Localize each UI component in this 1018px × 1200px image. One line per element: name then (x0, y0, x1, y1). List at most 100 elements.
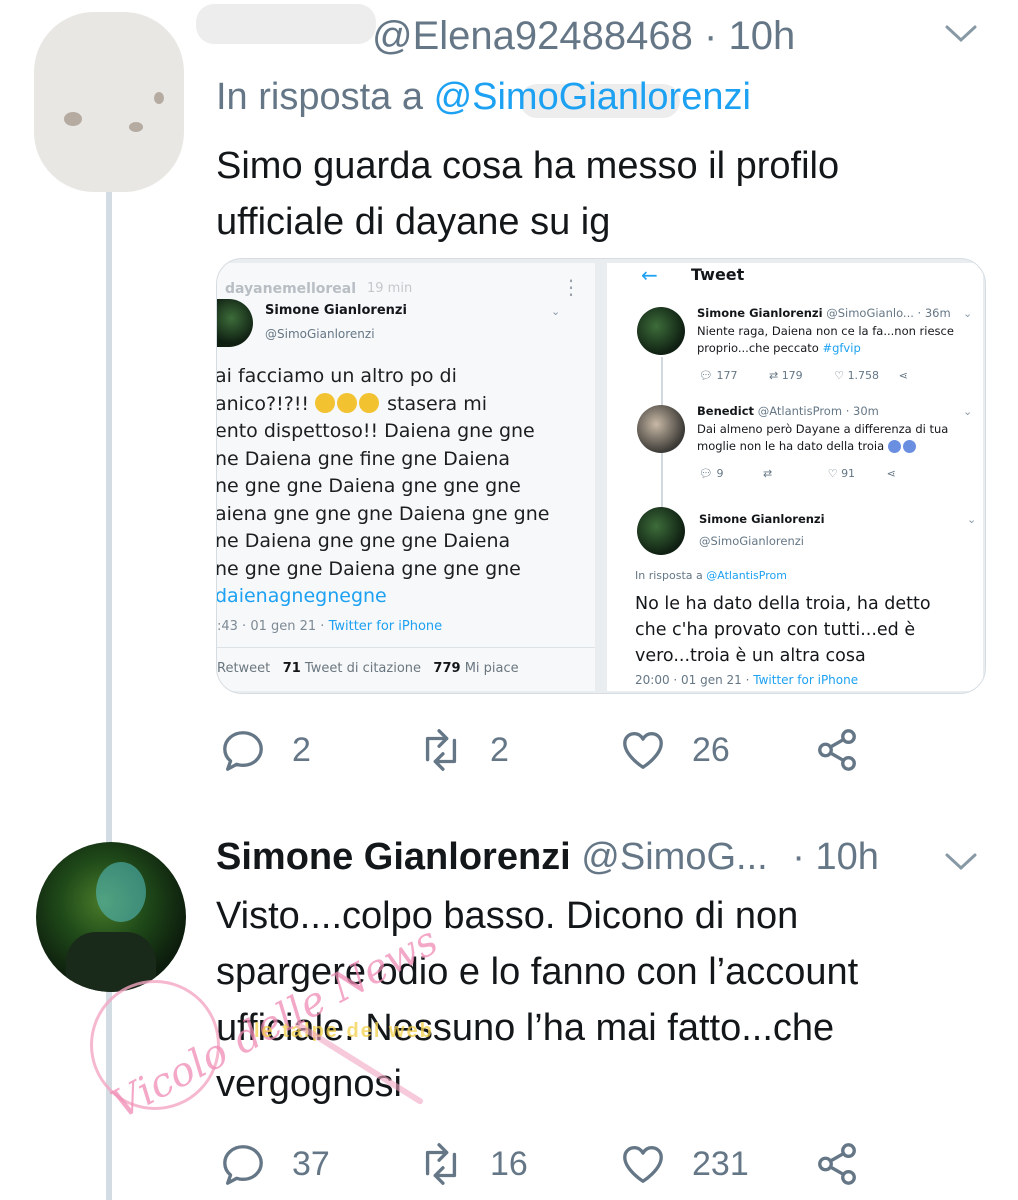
embedded-text-line: ne Daiena gne fine gne Daiena (217, 447, 511, 470)
media-image-left[interactable]: dayanemelloreal 19 min ⋮ Simone Gianlore… (217, 263, 595, 691)
embedded-text-line: aiena gne gne gne Daiena gne gne (217, 502, 550, 525)
embedded-user-name: Simone Gianlorenzi (265, 303, 407, 318)
retweet-icon: ⇄ (762, 467, 773, 480)
avatar[interactable] (34, 12, 184, 192)
embedded-tweet-header: Benedict @AtlantisProm · 30m (697, 404, 879, 418)
chevron-down-icon[interactable] (944, 846, 978, 880)
user-handle[interactable]: @Elena92488468 (372, 14, 693, 58)
share-icon: ⋖ (886, 467, 896, 480)
embedded-text-line: ne gne gne Daiena gne gne gne (217, 475, 521, 497)
tweet-text-line: ufficiale. Nessuno l’ha mai fatto...che (216, 1007, 835, 1049)
like-button[interactable]: 231 (620, 1134, 749, 1194)
retweet-count: 2 (490, 730, 509, 769)
like-button[interactable]: 26 (620, 720, 730, 780)
emoji-icon (359, 392, 380, 413)
embedded-tweet-text: Niente raga, Daiena non ce la fa...non r… (697, 324, 954, 355)
embedded-tweet-stats: Retweet 71 Tweet di citazione 779 Mi pia… (217, 661, 519, 676)
chevron-down-icon[interactable] (944, 18, 978, 52)
tweet-time[interactable]: 10h (728, 14, 795, 58)
separator-dot: · (704, 14, 718, 58)
reply-context: In risposta a @SimoGianlorenzi (216, 76, 751, 119)
emoji-icon (902, 440, 916, 453)
embedded-tweet-text: Dai almeno però Dayane a differenza di t… (697, 422, 949, 453)
tweet-actions: 2 2 26 (216, 720, 976, 780)
reply-count: 37 (292, 1144, 330, 1183)
emoji-icon (337, 392, 358, 413)
user-handle[interactable]: @SimoG... (581, 836, 767, 878)
embedded-tweet-text: No le ha dato della troia, ha detto che … (635, 594, 931, 666)
retweet-button[interactable]: 16 (418, 1134, 528, 1194)
embedded-user-handle: @SimoGianlorenzi (699, 534, 804, 548)
share-button[interactable] (814, 1134, 886, 1194)
tweet-text: Simo guarda cosa ha messo il profilo uff… (216, 138, 976, 250)
emoji-icon (887, 440, 901, 453)
chevron-down-icon: ⌄ (963, 307, 973, 320)
chevron-down-icon: ⌄ (551, 305, 561, 318)
heart-icon: ♡ (834, 369, 845, 382)
share-icon: ⋖ (898, 369, 908, 382)
media-image-right[interactable]: ← Tweet Simone Gianlorenzi @SimoGianlo..… (607, 263, 983, 691)
divider (217, 647, 595, 648)
share-icon (818, 729, 856, 771)
like-count: 26 (692, 730, 730, 769)
tweet-text-line: Simo guarda cosa ha messo il profilo (216, 145, 840, 187)
reply-icon: 💬︎ (699, 467, 713, 480)
embedded-tweet-header: Simone Gianlorenzi @SimoGianlo... · 36m (697, 306, 951, 320)
embedded-text-line: ai facciamo un altro po di (217, 365, 457, 387)
avatar (637, 307, 685, 355)
avatar (637, 405, 685, 453)
retweet-icon (425, 729, 457, 771)
retweet-count: 16 (490, 1144, 528, 1183)
reply-button[interactable]: 2 (220, 720, 311, 780)
retweet-icon: ⇄ (768, 369, 779, 382)
embedded-user-handle: @SimoGianlorenzi (265, 327, 375, 341)
tweet-time[interactable]: 10h (815, 836, 878, 878)
tweet-text-line: spargere odio e lo fanno con l’account (216, 951, 859, 993)
avatar[interactable] (36, 842, 186, 992)
heart-icon (623, 1146, 663, 1183)
reply-handle-link[interactable]: @SimoGianlorenzi (434, 76, 751, 118)
embedded-tweet-text: ai facciamo un altro po di anico?!?!! st… (217, 363, 595, 611)
screen-title: Tweet (691, 265, 745, 284)
embedded-user-name: Simone Gianlorenzi (699, 512, 825, 526)
reply-button[interactable]: 37 (220, 1134, 330, 1194)
embedded-tweet-meta: 20:00 · 01 gen 21 · Twitter for iPhone (635, 673, 859, 687)
ig-story-time: 19 min (367, 281, 413, 296)
tweet-text: Visto....colpo basso. Dicono di non spar… (216, 888, 986, 1112)
retweet-button[interactable]: 2 (418, 720, 509, 780)
reply-icon (223, 1145, 263, 1185)
embedded-tweet-meta: :43 · 01 gen 21 · Twitter for iPhone (217, 619, 443, 634)
tweet-actions: 37 16 231 (216, 1134, 976, 1194)
tweet-header: @Elena92488468 · 10h (216, 14, 795, 59)
share-button[interactable] (814, 720, 886, 780)
embedded-reply-context: In risposta a @AtlantisProm (635, 569, 787, 582)
reply-count: 2 (292, 730, 311, 769)
ig-account-name: dayanemelloreal (225, 281, 357, 297)
reply-icon: 💬︎ (699, 369, 713, 382)
chevron-down-icon: ⌄ (967, 513, 977, 526)
more-icon: ⋮ (561, 275, 581, 299)
heart-icon (623, 732, 663, 769)
retweet-icon (425, 1143, 457, 1185)
embedded-text-line: ento dispettoso!! Daiena gne gne (217, 420, 535, 442)
embedded-text-line: anico?!?!! stasera mi (217, 392, 488, 415)
avatar (217, 299, 253, 347)
embedded-tweet-actions: 💬︎ 9 ⇄ ♡ 91 ⋖ (699, 467, 896, 480)
avatar (637, 507, 685, 555)
embedded-text-line: ne Daiena gne gne gne Daiena (217, 530, 511, 552)
thread-connector-line (106, 190, 112, 1200)
share-icon (818, 1143, 856, 1185)
reply-prefix: In risposta a (216, 76, 423, 118)
user-name[interactable]: Simone Gianlorenzi (216, 836, 571, 878)
chevron-down-icon: ⌄ (963, 405, 973, 418)
embedded-tweet-actions: 💬︎ 177 ⇄ 179 ♡ 1.758 ⋖ (699, 369, 908, 382)
back-arrow-icon: ← (641, 263, 658, 287)
tweet-header: Simone Gianlorenzi @SimoG... · 10h (216, 836, 879, 879)
tweet-text-line: ufficiale di dayane su ig (216, 201, 611, 243)
separator-dot: · (792, 836, 805, 878)
media-grid[interactable]: dayanemelloreal 19 min ⋮ Simone Gianlore… (216, 258, 986, 694)
emoji-icon (315, 392, 336, 413)
embedded-text-line: ne gne gne Daiena gne gne gne (217, 557, 521, 580)
tweet-text-line: Visto....colpo basso. Dicono di non (216, 895, 799, 937)
like-count: 231 (692, 1144, 749, 1183)
